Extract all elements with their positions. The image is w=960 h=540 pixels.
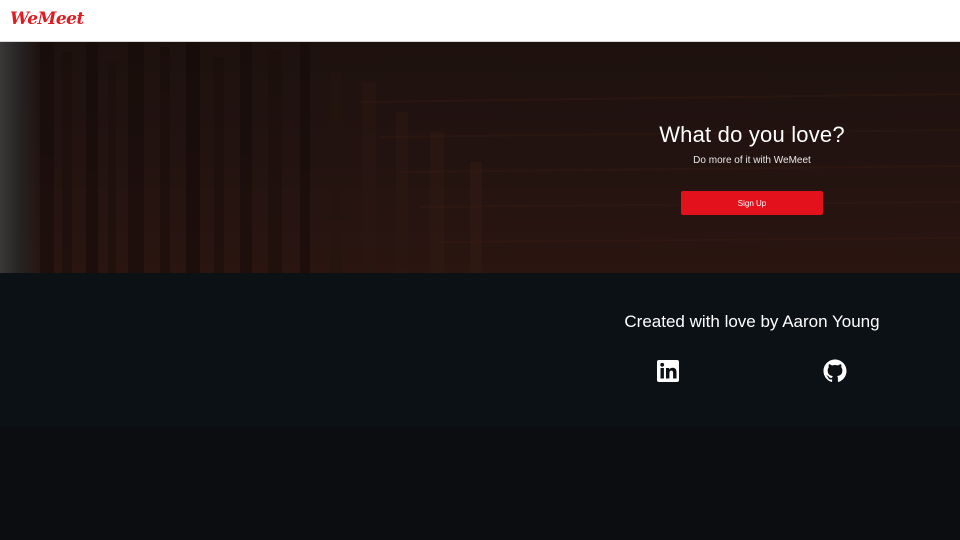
linkedin-link[interactable] <box>656 359 680 383</box>
hero-left-shadow <box>0 42 40 273</box>
hero-section: What do you love? Do more of it with WeM… <box>0 42 960 273</box>
navbar: WeMeet <box>0 0 960 42</box>
footer: Created with love by Aaron Young <box>0 273 960 427</box>
linkedin-icon <box>657 360 679 382</box>
github-icon <box>823 359 847 382</box>
hero-content: What do you love? Do more of it with WeM… <box>592 42 912 273</box>
page-bottom-area <box>0 427 960 540</box>
footer-credit: Created with love by Aaron Young <box>624 312 880 331</box>
sign-up-button[interactable]: Sign Up <box>681 191 823 215</box>
wemeet-logo[interactable]: WeMeet <box>10 9 84 29</box>
hero-title: What do you love? <box>659 122 845 147</box>
github-link[interactable] <box>823 359 847 383</box>
hero-subtitle: Do more of it with WeMeet <box>693 155 811 166</box>
